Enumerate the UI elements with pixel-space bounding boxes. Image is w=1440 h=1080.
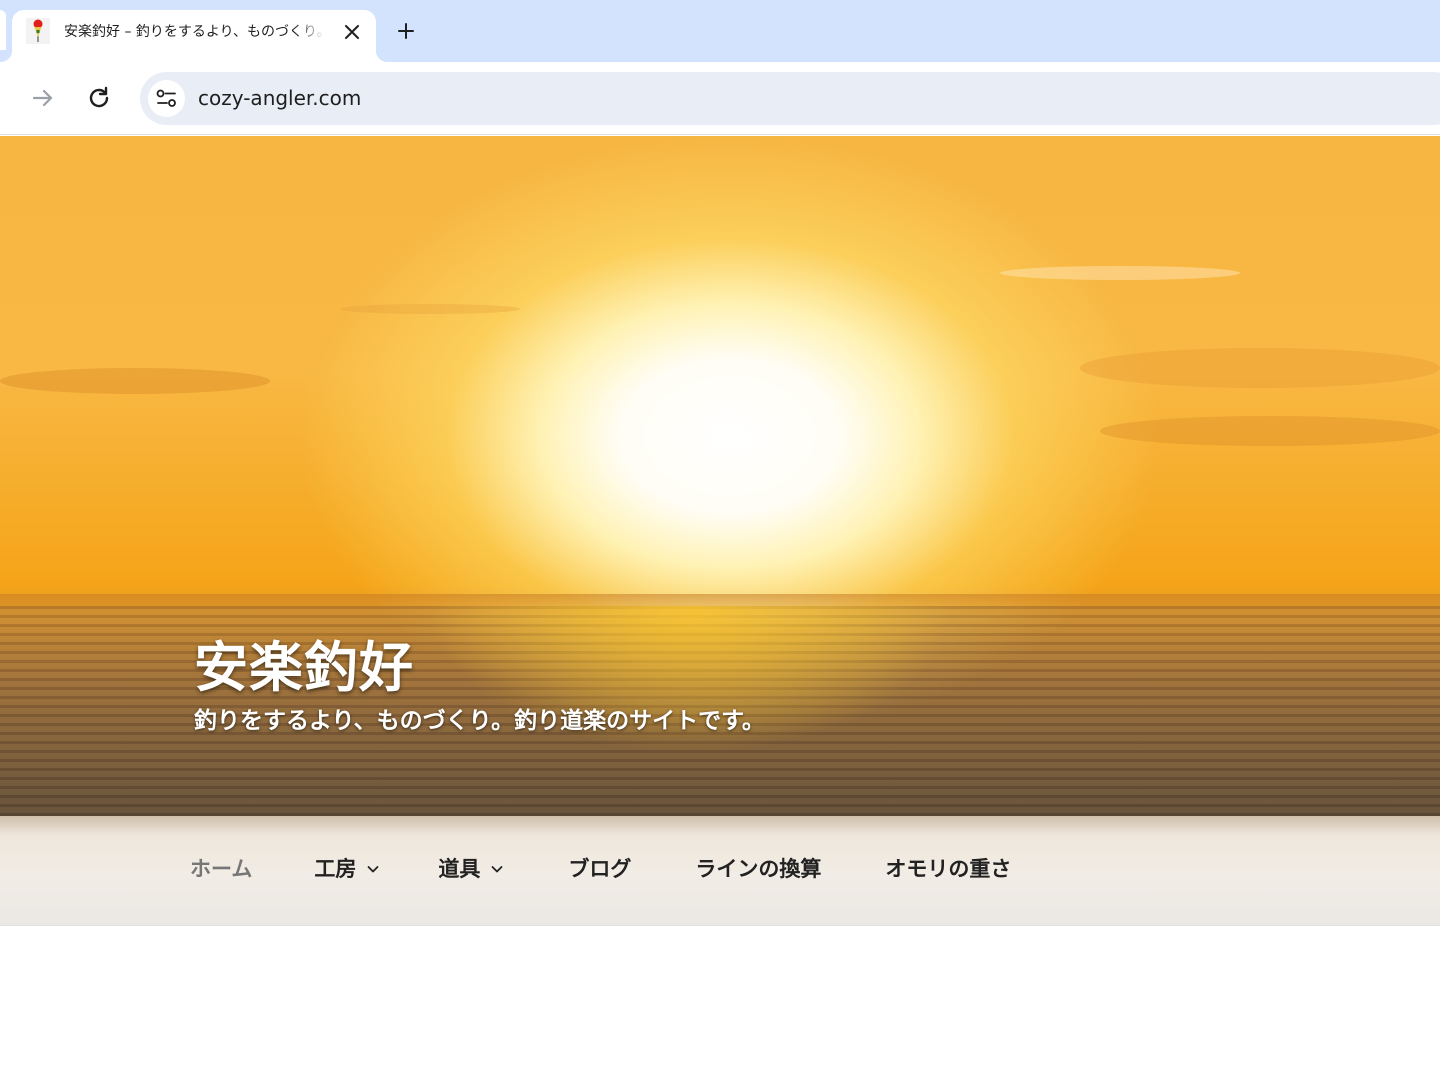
url-text[interactable]: cozy-angler.com <box>198 85 361 112</box>
nav-item-label: 道具 <box>438 857 481 881</box>
main-navigation: ホーム 工房 道具 ブログ ラインの換算 オモリの重さ <box>0 816 1440 926</box>
tab-title: 安楽釣好 – 釣りをするより、ものづくり。釣り道楽のサイトです。 <box>64 24 326 40</box>
address-bar[interactable]: cozy-angler.com <box>140 72 1440 125</box>
cloud <box>1000 266 1240 280</box>
cloud <box>0 368 270 394</box>
browser-tab-strip: 安楽釣好 – 釣りをするより、ものづくり。釣り道楽のサイトです。 <box>0 0 1440 62</box>
nav-item-label: 工房 <box>314 857 357 881</box>
site-info-button[interactable] <box>148 80 185 117</box>
nav-item-label: ブログ <box>568 857 632 881</box>
cloud <box>1080 348 1440 388</box>
browser-toolbar: cozy-angler.com <box>0 62 1440 135</box>
page-content <box>0 926 1440 1080</box>
browser-tab-active[interactable]: 安楽釣好 – 釣りをするより、ものづくり。釣り道楽のサイトです。 <box>0 10 388 62</box>
nav-item-blog[interactable]: ブログ <box>568 854 631 884</box>
site-tagline: 釣りをするより、ものづくり。釣り道楽のサイトです。 <box>194 708 765 734</box>
chevron-down-icon[interactable] <box>490 862 504 876</box>
reload-icon[interactable] <box>85 84 113 112</box>
header-hero-image: 安楽釣好 釣りをするより、ものづくり。釣り道楽のサイトです。 <box>0 136 1440 816</box>
nav-item-home[interactable]: ホーム <box>190 854 252 884</box>
nav-item-label: ラインの換算 <box>695 857 822 881</box>
fishing-float-icon <box>26 18 50 44</box>
tune-icon <box>156 89 176 107</box>
chevron-down-icon[interactable] <box>366 862 380 876</box>
plus-icon[interactable] <box>394 19 418 43</box>
nav-item-sinker-weight[interactable]: オモリの重さ <box>885 854 1011 884</box>
nav-menu: ホーム 工房 道具 ブログ ラインの換算 オモリの重さ <box>190 854 1011 884</box>
nav-item-label: ホーム <box>190 857 253 881</box>
nav-item-workshop[interactable]: 工房 <box>314 854 380 884</box>
cloud <box>340 304 520 314</box>
nav-item-tools[interactable]: 道具 <box>438 854 504 884</box>
nav-item-label: オモリの重さ <box>885 857 1012 881</box>
close-icon[interactable] <box>340 20 364 44</box>
arrow-right-icon[interactable] <box>29 84 57 112</box>
nav-item-line-conversion[interactable]: ラインの換算 <box>695 854 821 884</box>
site-title[interactable]: 安楽釣好 <box>194 636 414 700</box>
cloud <box>1100 416 1440 446</box>
